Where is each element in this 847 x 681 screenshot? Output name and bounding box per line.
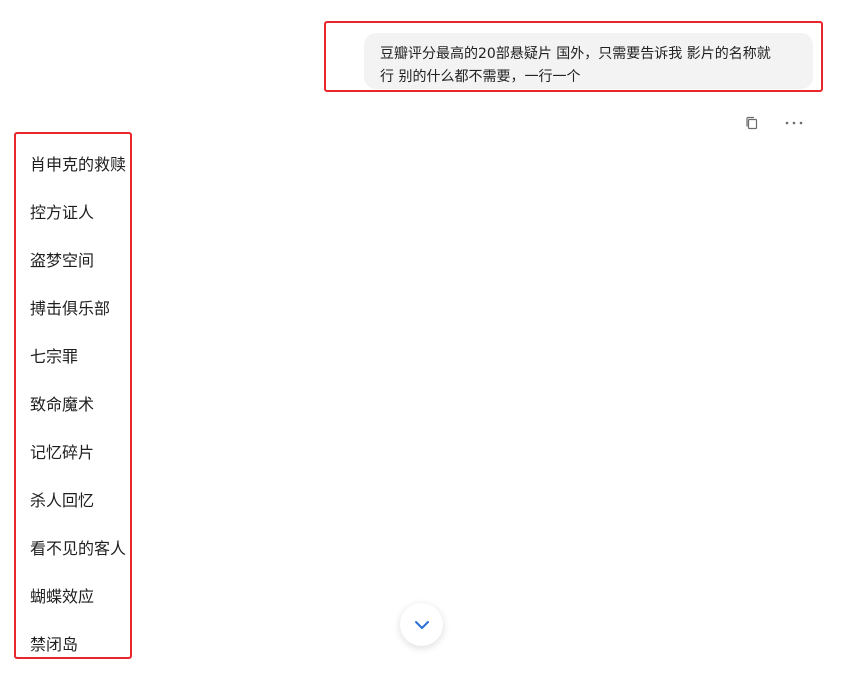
user-message-line-2: 行 别的什么都不需要，一行一个 xyxy=(380,69,581,85)
answer-list: 肖申克的救赎 控方证人 盗梦空间 搏击俱乐部 七宗罪 致命魔术 记忆碎片 杀人回… xyxy=(30,153,126,681)
scroll-down-button[interactable] xyxy=(400,603,443,646)
copy-icon[interactable] xyxy=(741,114,763,132)
answer-item: 禁闭岛 xyxy=(30,635,79,654)
answer-item: 控方证人 xyxy=(30,203,95,222)
user-message-bubble: 豆瓣评分最高的20部悬疑片 国外，只需要告诉我 影片的名称就 行 别的什么都不需… xyxy=(364,33,813,89)
chevron-down-icon xyxy=(414,620,429,629)
answer-item: 七宗罪 xyxy=(30,347,79,366)
user-message-line-1: 豆瓣评分最高的20部悬疑片 国外，只需要告诉我 影片的名称就 xyxy=(380,46,771,62)
answer-item: 杀人回忆 xyxy=(30,491,95,510)
answer-item: 盗梦空间 xyxy=(30,251,95,270)
message-actions xyxy=(741,114,805,132)
answer-item: 蝴蝶效应 xyxy=(30,587,95,606)
answer-item: 记忆碎片 xyxy=(30,443,95,462)
answer-item: 致命魔术 xyxy=(30,395,95,414)
answer-item: 搏击俱乐部 xyxy=(30,299,111,318)
answer-item: 看不见的客人 xyxy=(30,539,127,558)
more-icon[interactable] xyxy=(783,114,805,132)
answer-item: 肖申克的救赎 xyxy=(30,155,127,174)
